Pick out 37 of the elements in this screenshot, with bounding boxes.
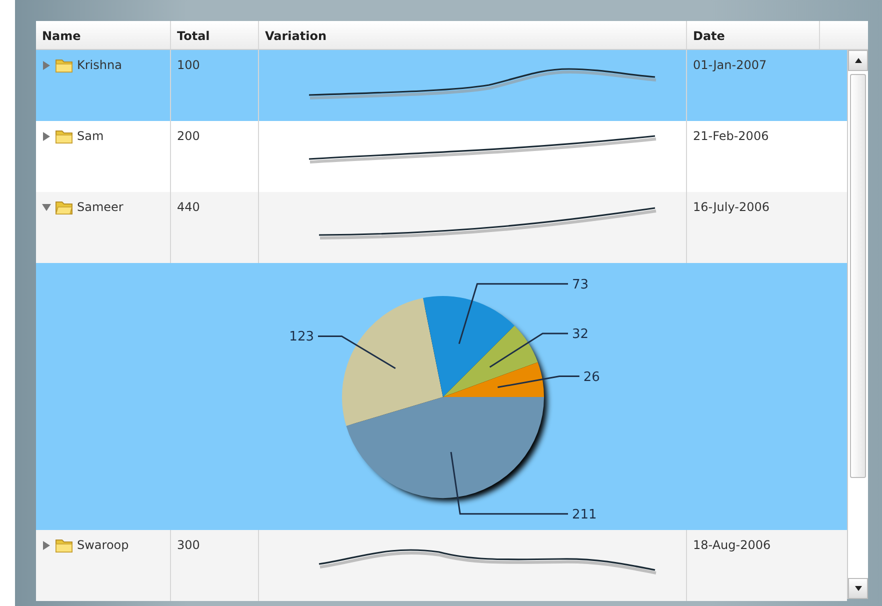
total-text: 200 [177, 129, 200, 143]
date-text: 21-Feb-2006 [693, 129, 769, 143]
name-text: Sam [77, 128, 104, 145]
total-text: 300 [177, 538, 200, 552]
folder-icon [55, 538, 73, 552]
date-text: 18-Aug-2006 [693, 538, 771, 552]
down-arrow-icon [854, 586, 862, 591]
folder-icon [55, 58, 73, 72]
scroll-down-button[interactable] [848, 578, 868, 599]
expand-arrow-icon[interactable] [42, 132, 51, 140]
column-header[interactable]: Total [171, 21, 259, 49]
name-text: Swaroop [77, 537, 129, 554]
total-text: 100 [177, 58, 200, 72]
scroll-up-button[interactable] [848, 50, 868, 71]
data-label: 73 [572, 277, 589, 292]
total-text: 440 [177, 200, 200, 214]
column-header[interactable]: Date [687, 21, 820, 49]
expand-arrow-icon[interactable] [42, 60, 51, 70]
name-text: Sameer [77, 199, 124, 216]
date-text: 01-Jan-2007 [693, 58, 767, 72]
table-row[interactable]: Krishna 100 01-Jan-2007 [36, 50, 847, 121]
data-label: 123 [289, 330, 314, 345]
expand-arrow-icon[interactable] [42, 540, 51, 550]
table-row[interactable]: Swaroop 300 18-Aug-2006 [36, 530, 847, 601]
folder-icon [55, 200, 73, 214]
folder-icon [55, 128, 73, 144]
collapse-arrow-icon[interactable] [42, 202, 51, 212]
column-header[interactable]: Name [36, 21, 171, 49]
column-header[interactable]: Variation [259, 21, 687, 49]
scrollbar-thumb[interactable] [850, 74, 866, 478]
data-label: 32 [572, 326, 589, 342]
data-label: 26 [583, 370, 600, 385]
date-text: 16-July-2006 [693, 200, 770, 214]
table-row[interactable]: Sameer 440 16-July-2006 [36, 192, 847, 263]
name-text: Krishna [77, 57, 122, 74]
up-arrow-icon [854, 58, 862, 63]
data-label: 211 [572, 507, 597, 522]
